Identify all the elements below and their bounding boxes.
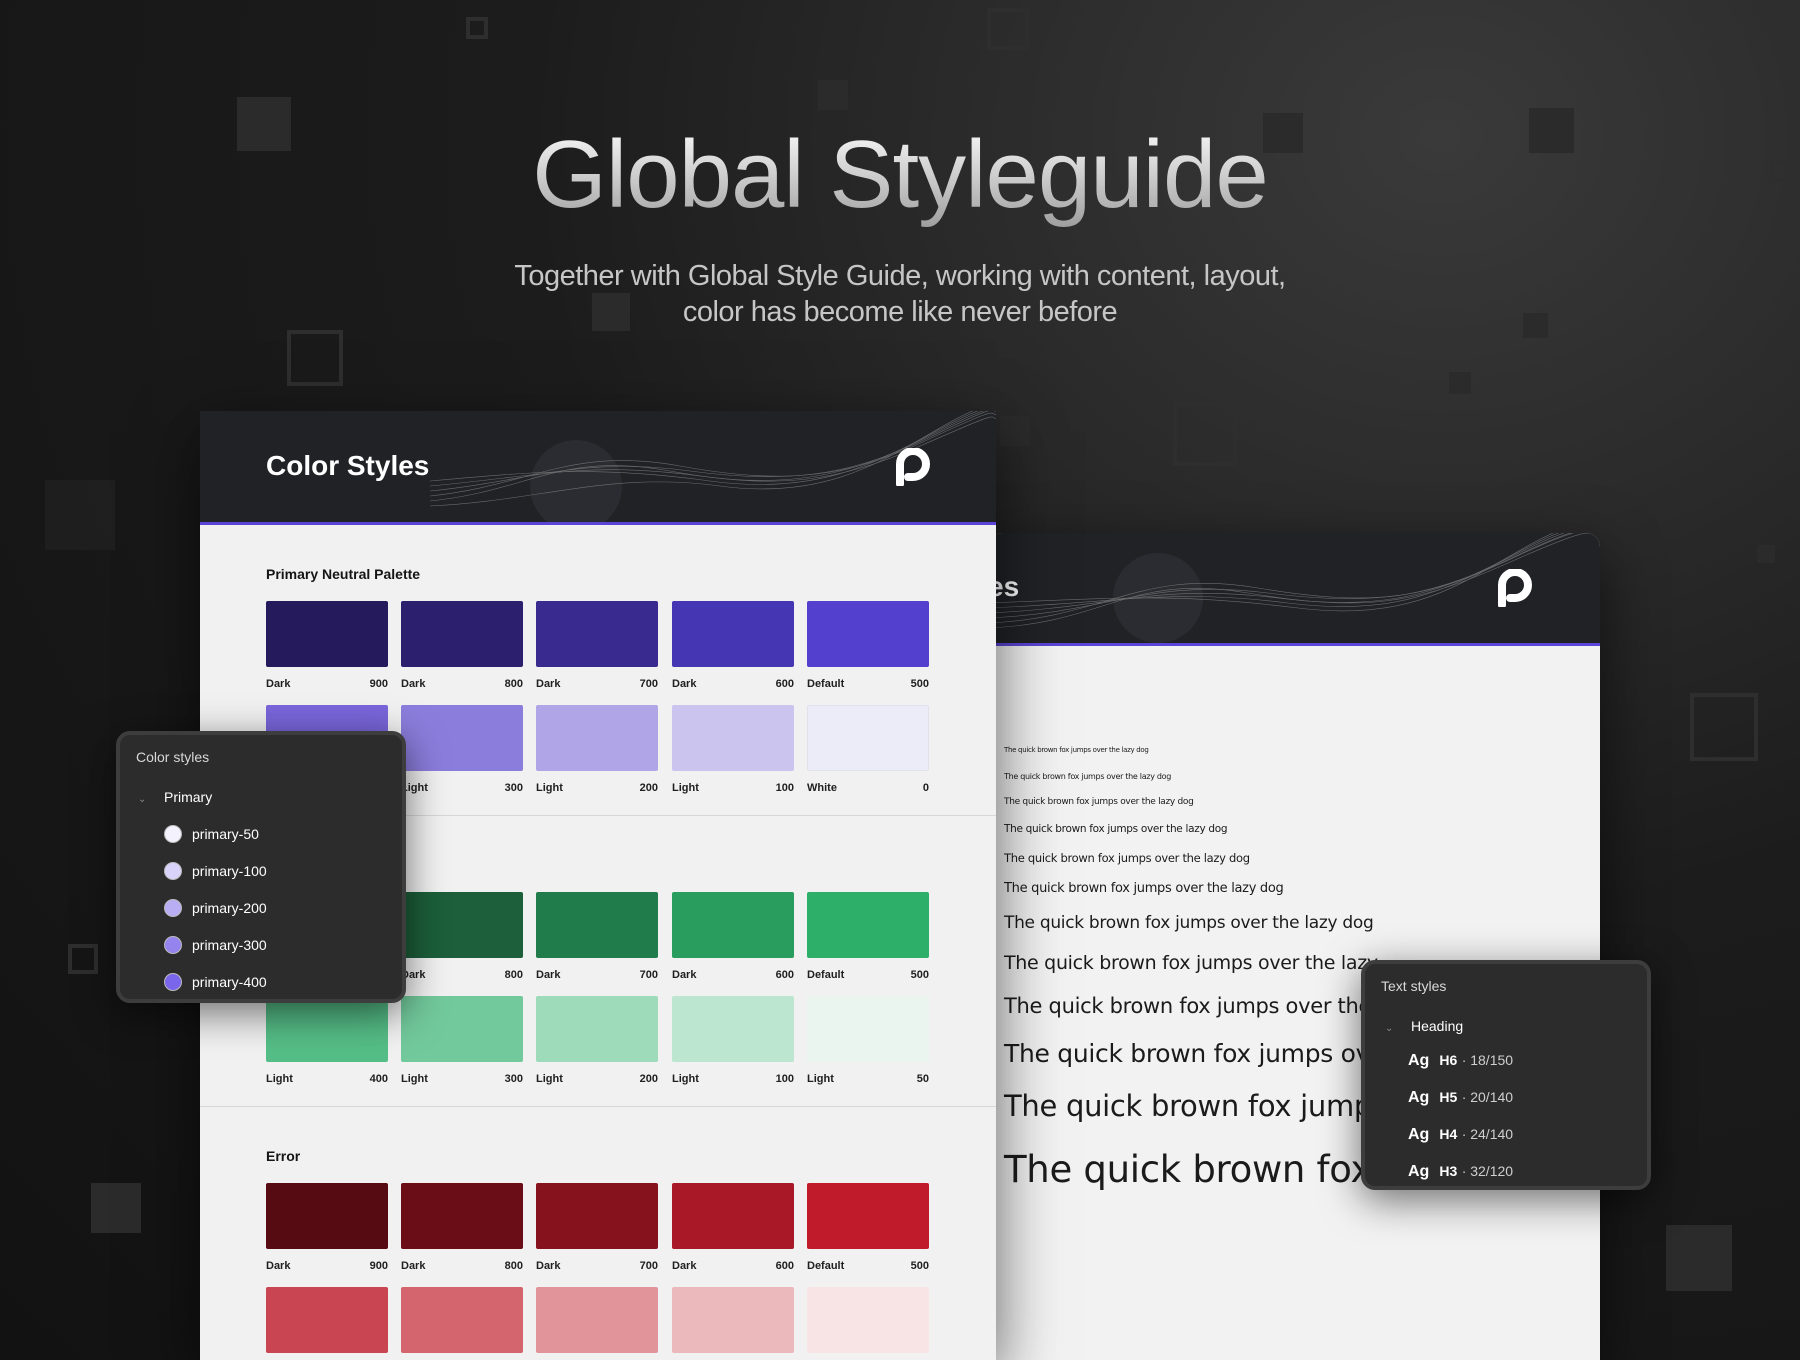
panel-title: Text styles (1381, 978, 1447, 994)
color-dot (164, 936, 182, 954)
group-label: Heading (1411, 1018, 1464, 1034)
color-swatch[interactable]: Dark 800 (401, 601, 523, 691)
text-style-item[interactable]: Ag H6 · 18/150 (1408, 1052, 1513, 1074)
color-swatch[interactable]: Light 400 (266, 996, 388, 1086)
color-swatch[interactable]: Dark 700 (536, 1183, 658, 1273)
background-square (1757, 545, 1775, 563)
type-sample: The quick brown fox jumps over the lazy … (1004, 797, 1194, 807)
color-swatch[interactable]: Default 500 (807, 1183, 929, 1273)
background-square (91, 1183, 141, 1233)
background-square (1666, 1225, 1732, 1291)
text-style-item[interactable]: Ag H3 · 32/120 (1408, 1163, 1513, 1185)
background-square-outline (1173, 402, 1237, 466)
color-swatch[interactable] (401, 1287, 523, 1360)
type-sample: The quick brown fox jumps (1004, 1089, 1387, 1123)
section-divider (200, 1106, 996, 1107)
color-swatch[interactable]: Light 300 (401, 705, 523, 795)
color-swatch[interactable]: Light 50 (807, 996, 929, 1086)
color-swatch[interactable]: Dark 700 (536, 601, 658, 691)
color-swatch[interactable]: Dark 600 (672, 601, 794, 691)
text-style-item[interactable]: Ag H5 · 20/140 (1408, 1089, 1513, 1111)
type-sample: The quick brown fox jumps over the lazy … (1004, 881, 1284, 896)
type-sample: The quick brown fox jumps over the lazy … (1004, 913, 1374, 933)
color-swatch[interactable]: Dark 900 (266, 601, 388, 691)
color-swatch[interactable]: Light 100 (672, 996, 794, 1086)
color-swatch[interactable]: Light 300 (401, 996, 523, 1086)
type-sample: The quick brown fox jumps over the lazy … (1004, 851, 1250, 865)
background-square-outline (1690, 693, 1758, 761)
color-swatch[interactable]: Dark 600 (672, 1183, 794, 1273)
color-swatch[interactable]: Dark 600 (672, 892, 794, 982)
card-banner: es (988, 533, 1600, 646)
subtitle-line: color has become like never before (682, 296, 1118, 328)
color-swatch[interactable]: Dark 800 (401, 892, 523, 982)
color-swatch[interactable] (807, 1287, 929, 1360)
text-style-item[interactable]: Ag H4 · 24/140 (1408, 1126, 1513, 1148)
chevron-down-icon: ⌄ (138, 794, 147, 805)
brand-logo-icon (896, 448, 930, 486)
background-square (1449, 372, 1471, 394)
color-swatch[interactable]: Light 100 (672, 705, 794, 795)
swatch-row (266, 1287, 946, 1360)
swatch-row: Dark 900 Dark 800 Dark 700 Dark 600 Default 5… (266, 1183, 946, 1273)
subtitle-line: Together with Global Style Guide, workin… (514, 260, 1286, 292)
color-dot (164, 973, 182, 991)
color-swatch[interactable]: Light 200 (536, 705, 658, 795)
type-sample: The quick brown fox jumps over the lazy … (1004, 772, 1172, 781)
background-square-outline (68, 944, 98, 974)
color-swatch[interactable]: Dark 800 (401, 1183, 523, 1273)
color-swatch[interactable] (266, 1287, 388, 1360)
type-sample: The quick brown fox jumps over the (1004, 994, 1372, 1018)
background-square (1523, 313, 1548, 338)
section-title: Primary Neutral Palette (266, 566, 421, 582)
color-swatch[interactable] (672, 1287, 794, 1360)
color-dot (164, 825, 182, 843)
panel-title: Color styles (136, 749, 210, 765)
card-title: Color Styles (266, 450, 430, 481)
chevron-down-icon: ⌄ (1385, 1023, 1394, 1034)
background-square-outline (987, 8, 1029, 50)
background-square (45, 480, 115, 550)
brand-logo-icon (1498, 569, 1532, 607)
color-dot (164, 862, 182, 880)
color-swatch[interactable] (536, 1287, 658, 1360)
type-sample: The quick brown fox jumps over the lazy … (1004, 746, 1149, 754)
section-title: Error (266, 1148, 301, 1164)
swatch-row: Light 400 Light 300 Light 200 Light 100 Ligh… (266, 996, 946, 1086)
type-sample: The quick brown fox jumps over the lazy … (1004, 823, 1228, 835)
page-subtitle: Together with Global Style Guide, workin… (500, 258, 1300, 330)
color-swatch[interactable]: White 0 (807, 705, 929, 795)
group-label: Primary (164, 789, 213, 805)
type-sample: The quick brown fox jumps ove (1004, 1039, 1386, 1068)
group-heading[interactable]: ⌄ Heading (1385, 1018, 1463, 1034)
text-styles-panel: Text styles ⌄ Heading Ag H6 · 18/150 Ag H5 … (1361, 960, 1651, 1190)
group-primary[interactable]: ⌄ Primary (138, 789, 212, 805)
background-square-outline (466, 17, 488, 39)
background-square-outline (287, 330, 343, 386)
swatch-row: Dark 900 Dark 800 Dark 700 Dark 600 Default 5… (266, 601, 946, 691)
type-sample: The quick brown fox jumps over the lazy (1004, 952, 1378, 974)
color-dot (164, 899, 182, 917)
color-swatch[interactable]: Dark 900 (266, 1183, 388, 1273)
color-swatch[interactable]: Default 500 (807, 601, 929, 691)
color-swatch[interactable]: Dark 700 (536, 892, 658, 982)
text-styles-card: es The quick brown fox jumps over the la… (988, 533, 1600, 1360)
color-styles-panel: Color styles ⌄ Primary primary-50 primary… (116, 731, 406, 1003)
color-swatch[interactable]: Light 200 (536, 996, 658, 1086)
color-swatch[interactable]: Default 500 (807, 892, 929, 982)
card-banner: Color Styles (200, 411, 996, 525)
page-title: Global Styleguide (0, 120, 1800, 230)
background-square (1000, 416, 1030, 446)
background-square (818, 80, 848, 110)
